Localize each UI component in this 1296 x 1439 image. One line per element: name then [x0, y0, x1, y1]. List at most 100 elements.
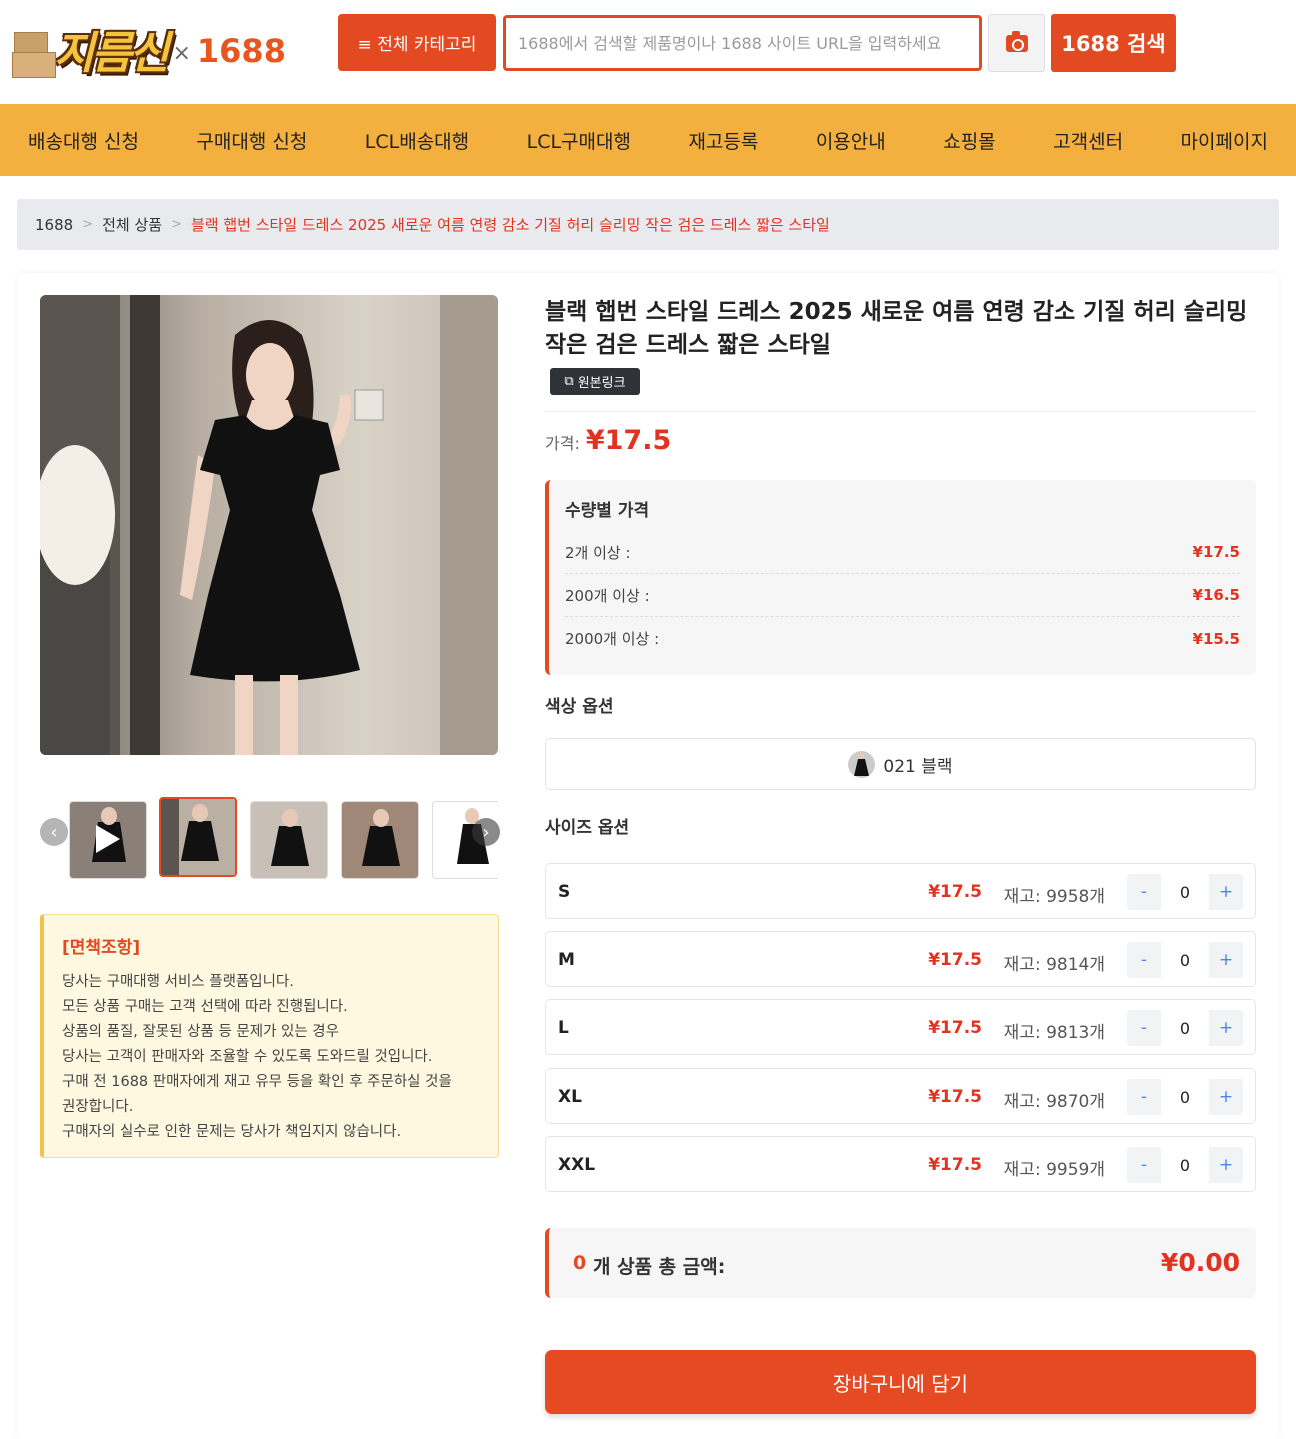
size-price: ¥17.5: [928, 1018, 982, 1038]
breadcrumb-home[interactable]: 1688: [35, 216, 73, 234]
site-header: 지름신 × 1688 ≡ 전체 카테고리 1688 검색: [0, 0, 1296, 104]
total-amount: ¥0.00: [1160, 1248, 1240, 1277]
play-icon: [96, 825, 120, 853]
quantity-input[interactable]: [1161, 942, 1209, 978]
increase-button[interactable]: +: [1209, 1010, 1243, 1046]
decrease-button[interactable]: -: [1127, 874, 1161, 910]
size-row-s: S ¥17.5 재고: 9958개 - +: [545, 863, 1256, 919]
add-to-cart-button[interactable]: 장바구니에 담기: [545, 1350, 1256, 1414]
size-row-xxl: XXL ¥17.5 재고: 9959개 - +: [545, 1136, 1256, 1192]
tier-row: 2개 이상 : ¥17.5: [565, 531, 1240, 574]
total-count: 0: [573, 1252, 587, 1274]
disclaimer-line: 구매 전 1688 판매자에게 재고 유무 등을 확인 후 주문하실 것을: [62, 1074, 452, 1090]
size-row-m: M ¥17.5 재고: 9814개 - +: [545, 931, 1256, 987]
camera-icon: [1005, 30, 1028, 52]
increase-button[interactable]: +: [1209, 1147, 1243, 1183]
search-button[interactable]: 1688 검색: [1051, 14, 1176, 72]
quantity-input[interactable]: [1161, 874, 1209, 910]
nav-item-lcl-purchase[interactable]: LCL구매대행: [527, 127, 631, 154]
breadcrumb-all-products[interactable]: 전체 상품: [102, 214, 162, 235]
price-value: ¥17.5: [585, 425, 672, 456]
product-title: 블랙 햅번 스타일 드레스 2025 새로운 여름 연령 감소 기질 허리 슬리…: [545, 299, 1248, 358]
external-link-icon: ⧉: [564, 374, 574, 389]
size-price: ¥17.5: [928, 950, 982, 970]
thumbnail-3[interactable]: [341, 801, 419, 879]
decrease-button[interactable]: -: [1127, 1010, 1161, 1046]
quantity-input[interactable]: [1161, 1079, 1209, 1115]
breadcrumb-current: 블랙 햅번 스타일 드레스 2025 새로운 여름 연령 감소 기질 허리 슬리…: [190, 216, 830, 234]
quantity-stepper: - +: [1127, 1079, 1243, 1115]
tier-price: ¥17.5: [1192, 543, 1240, 561]
divider: [545, 411, 1256, 412]
site-logo[interactable]: 지름신 × 1688: [12, 18, 304, 80]
chevron-right-icon[interactable]: ›: [472, 818, 500, 846]
decrease-button[interactable]: -: [1127, 1147, 1161, 1183]
increase-button[interactable]: +: [1209, 942, 1243, 978]
chevron-left-icon[interactable]: ‹: [40, 818, 68, 846]
thumbnail-2[interactable]: [250, 801, 328, 879]
box-logo-icon: [12, 22, 60, 78]
color-option-text: 021 블랙: [883, 756, 953, 777]
nav-item-lcl-shipping[interactable]: LCL배송대행: [365, 127, 469, 154]
logo-1688-text: 1688: [196, 32, 286, 70]
original-link-button[interactable]: ⧉ 원본링크: [550, 368, 640, 395]
quantity-stepper: - +: [1127, 874, 1243, 910]
tier-price: ¥16.5: [1192, 586, 1240, 604]
original-link-label: 원본링크: [577, 376, 626, 391]
size-name: S: [558, 882, 571, 902]
size-option-label: 사이즈 옵션: [545, 818, 630, 838]
size-price: ¥17.5: [928, 1087, 982, 1107]
size-stock: 재고: 9870개: [1003, 1092, 1105, 1112]
size-name: M: [558, 950, 575, 970]
disclaimer-line: 당사는 고객이 판매자와 조율할 수 있도록 도와드릴 것입니다.: [62, 1049, 433, 1065]
quantity-stepper: - +: [1127, 1010, 1243, 1046]
tier-label: 200개 이상 :: [565, 586, 650, 605]
size-row-l: L ¥17.5 재고: 9813개 - +: [545, 999, 1256, 1055]
quantity-stepper: - +: [1127, 942, 1243, 978]
logo-times: ×: [172, 40, 191, 66]
main-nav: 배송대행 신청 구매대행 신청 LCL배송대행 LCL구매대행 재고등록 이용안…: [0, 104, 1296, 176]
tier-row: 200개 이상 : ¥16.5: [565, 574, 1240, 617]
tier-title: 수량별 가격: [565, 501, 650, 521]
breadcrumb-separator: >: [82, 217, 94, 232]
nav-item-purchase-request[interactable]: 구매대행 신청: [196, 127, 307, 154]
color-thumbnail: [848, 750, 876, 778]
logo-brand-text: 지름신: [54, 28, 169, 79]
product-main-image[interactable]: [40, 295, 498, 755]
disclaimer-line: 당사는 구매대행 서비스 플랫폼입니다.: [62, 974, 294, 990]
tier-price: ¥15.5: [1192, 629, 1240, 648]
nav-item-shipping-request[interactable]: 배송대행 신청: [28, 127, 139, 154]
quantity-input[interactable]: [1161, 1010, 1209, 1046]
total-box: 0 개 상품 총 금액: ¥0.00: [545, 1228, 1256, 1298]
decrease-button[interactable]: -: [1127, 1079, 1161, 1115]
size-name: XL: [558, 1087, 582, 1107]
size-name: XXL: [558, 1155, 596, 1175]
color-option-label: 색상 옵션: [545, 697, 614, 717]
size-price: ¥17.5: [928, 882, 982, 902]
quantity-input[interactable]: [1161, 1147, 1209, 1183]
disclaimer-box: [면책조항] 당사는 구매대행 서비스 플랫폼입니다. 모든 상품 구매는 고객…: [40, 914, 499, 1158]
nav-item-inventory[interactable]: 재고등록: [688, 127, 758, 154]
thumbnail-1[interactable]: [159, 797, 237, 877]
size-name: L: [558, 1018, 569, 1038]
size-stock: 재고: 9814개: [1003, 955, 1105, 975]
price-label: 가격:: [545, 434, 580, 453]
quantity-price-box: 수량별 가격 2개 이상 : ¥17.5 200개 이상 : ¥16.5 200…: [545, 480, 1256, 675]
decrease-button[interactable]: -: [1127, 942, 1161, 978]
search-input[interactable]: [503, 15, 982, 71]
nav-item-mypage[interactable]: 마이페이지: [1181, 127, 1268, 154]
disclaimer-line: 권장합니다.: [62, 1099, 134, 1115]
breadcrumb: 1688 > 전체 상품 > 블랙 햅번 스타일 드레스 2025 새로운 여름…: [17, 199, 1279, 250]
size-row-xl: XL ¥17.5 재고: 9870개 - +: [545, 1068, 1256, 1124]
increase-button[interactable]: +: [1209, 1079, 1243, 1115]
image-search-button[interactable]: [988, 14, 1045, 72]
nav-item-guide[interactable]: 이용안내: [816, 127, 886, 154]
nav-item-support[interactable]: 고객센터: [1053, 127, 1123, 154]
disclaimer-line: 모든 상품 구매는 고객 선택에 따라 진행됩니다.: [62, 999, 348, 1015]
color-option-black[interactable]: 021 블랙: [545, 738, 1256, 790]
tier-row: 2000개 이상 : ¥15.5: [565, 617, 1240, 660]
all-categories-button[interactable]: ≡ 전체 카테고리: [338, 14, 496, 71]
size-stock: 재고: 9813개: [1003, 1023, 1105, 1043]
increase-button[interactable]: +: [1209, 874, 1243, 910]
nav-item-shop[interactable]: 쇼핑몰: [943, 127, 995, 154]
